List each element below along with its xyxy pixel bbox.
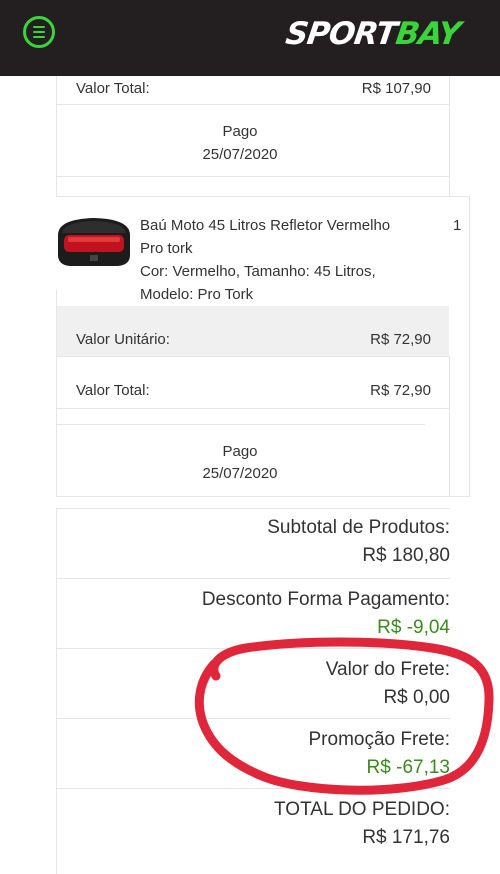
- shipping-promo-label: Promoção Frete:: [308, 729, 451, 750]
- hamburger-menu-icon[interactable]: [23, 16, 55, 48]
- divider: [449, 356, 450, 496]
- item1-total-label: Valor Total:: [76, 80, 150, 97]
- order-total-label: TOTAL DO PEDIDO:: [274, 799, 450, 820]
- unit-value-label: Valor Unitário:: [76, 331, 170, 348]
- divider: [56, 176, 450, 177]
- sportbay-logo[interactable]: SPORTBAY: [283, 14, 469, 54]
- item1-total-value: R$ 107,90: [361, 80, 431, 97]
- divider: [56, 104, 450, 105]
- item2-date: 25/07/2020: [202, 465, 278, 482]
- item2-total-label: Valor Total:: [76, 382, 150, 399]
- order-total-value: R$ 171,76: [362, 827, 450, 848]
- item2-total-value: R$ 72,90: [370, 382, 431, 399]
- item2-status: Pago: [222, 443, 258, 460]
- item1-date: 25/07/2020: [202, 146, 278, 163]
- divider: [56, 356, 450, 357]
- shipping-promo-value: R$ -67,13: [366, 757, 450, 778]
- motorcycle-top-case-image: [58, 218, 130, 266]
- product-attributes-line1: Cor: Vermelho, Tamanho: 45 Litros,: [140, 263, 376, 280]
- discount-value: R$ -9,04: [377, 617, 450, 638]
- divider: [56, 496, 470, 497]
- divider: [56, 290, 57, 496]
- app-header: SPORTBAY: [0, 0, 500, 76]
- subtotal-label: Subtotal de Produtos:: [267, 517, 450, 538]
- shipping-label: Valor do Frete:: [325, 659, 450, 680]
- shipping-value: R$ 0,00: [383, 687, 450, 708]
- divider: [56, 76, 57, 196]
- divider: [56, 424, 425, 425]
- item1-status: Pago: [222, 123, 258, 140]
- product-quantity: 1: [453, 217, 462, 234]
- product-attributes-line2: Modelo: Pro Tork: [140, 286, 254, 303]
- divider: [56, 508, 57, 874]
- divider: [56, 408, 450, 409]
- product-title-line1[interactable]: Baú Moto 45 Litros Refletor Vermelho: [140, 217, 390, 234]
- unit-value: R$ 72,90: [370, 331, 431, 348]
- divider: [56, 648, 450, 649]
- product-title-line2[interactable]: Pro tork: [140, 240, 193, 257]
- discount-label: Desconto Forma Pagamento:: [201, 589, 450, 610]
- divider: [56, 578, 450, 579]
- divider: [56, 196, 470, 197]
- subtotal-value: R$ 180,80: [362, 545, 450, 566]
- divider: [56, 788, 450, 789]
- divider: [449, 76, 450, 196]
- divider: [469, 196, 470, 496]
- divider: [56, 508, 450, 509]
- divider: [56, 718, 450, 719]
